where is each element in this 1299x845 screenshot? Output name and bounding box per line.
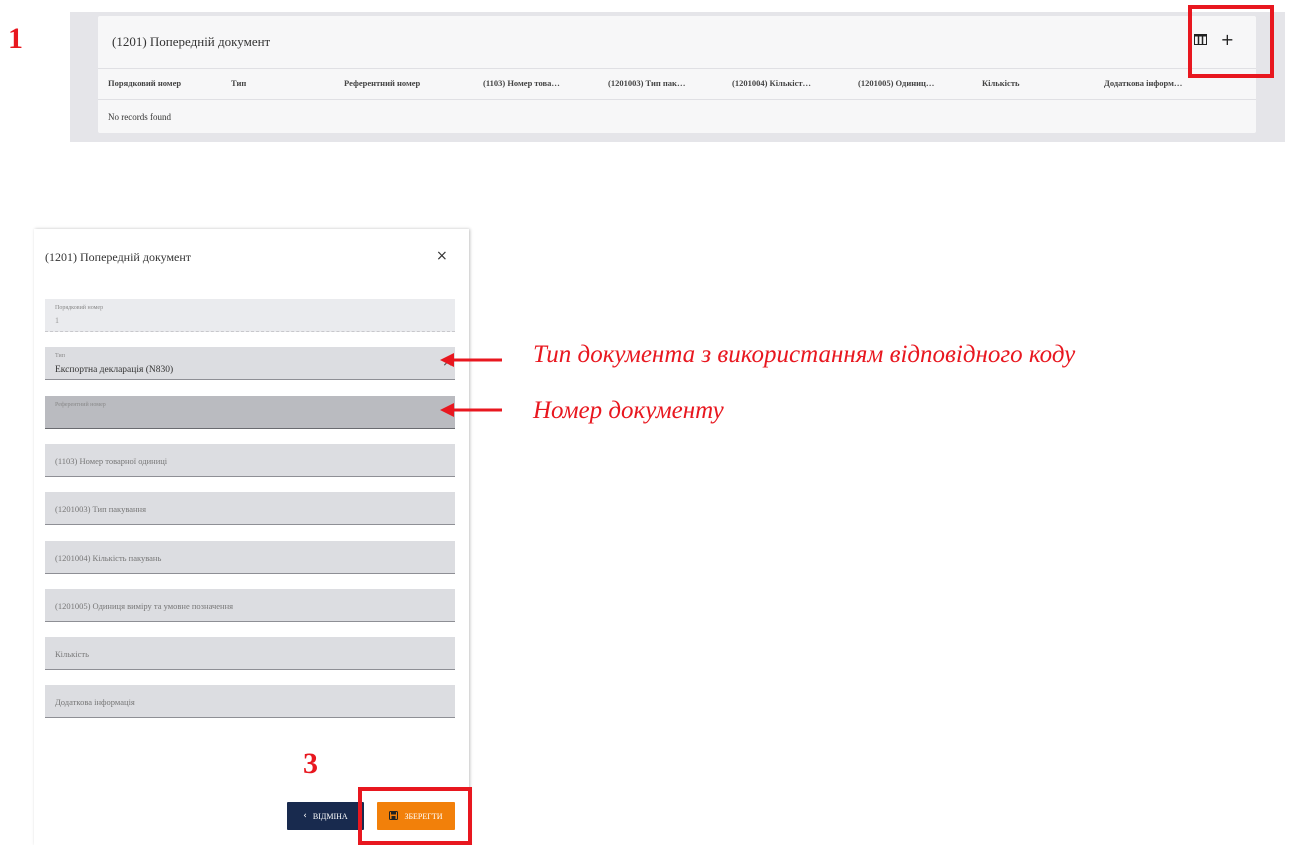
item-number-field[interactable]: (1103) Номер товарної одиниці: [45, 444, 455, 477]
package-type-placeholder: (1201003) Тип пакування: [55, 504, 147, 514]
table-title: (1201) Попередній документ: [112, 34, 271, 49]
empty-table-message: No records found: [108, 112, 171, 122]
additional-info-placeholder: Додаткова інформація: [55, 697, 135, 707]
column-header-package-count[interactable]: (1201004) Кількіст…: [732, 78, 811, 88]
item-number-placeholder: (1103) Номер товарної одиниці: [55, 456, 168, 466]
unit-field[interactable]: (1201005) Одиниця виміру та умовне позна…: [45, 589, 455, 622]
dialog-title: (1201) Попередній документ: [45, 250, 192, 264]
chevron-left-icon: ‹: [303, 811, 307, 821]
column-header-quantity[interactable]: Кількість: [982, 78, 1020, 88]
cancel-button-label: ВІДМІНА: [312, 811, 348, 821]
seq-number-field: Порядковий номер 1: [45, 299, 455, 332]
previous-document-dialog: (1201) Попередній документ × Порядковий …: [34, 229, 469, 845]
package-count-placeholder: (1201004) Кількість пакувань: [55, 553, 162, 563]
seq-number-value: 1: [55, 316, 59, 325]
close-icon[interactable]: ×: [436, 248, 448, 264]
ref-number-field[interactable]: Референтний номер: [45, 396, 455, 429]
column-header-unit[interactable]: (1201005) Одиниц…: [858, 78, 934, 88]
quantity-placeholder: Кількість: [55, 649, 90, 659]
table-header-row: Порядковий номер Тип Референтний номер (…: [98, 68, 1256, 100]
column-header-additional-info[interactable]: Додаткова інформ…: [1104, 78, 1182, 88]
cancel-button[interactable]: ‹ ВІДМІНА: [287, 802, 364, 830]
ref-number-label: Референтний номер: [55, 402, 106, 408]
unit-placeholder: (1201005) Одиниця виміру та умовне позна…: [55, 601, 234, 611]
package-count-field[interactable]: (1201004) Кількість пакувань: [45, 541, 455, 574]
column-header-item-number[interactable]: (1103) Номер това…: [483, 78, 560, 88]
highlight-box-add-button: [1188, 5, 1274, 78]
annotation-type-note: Тип документа з використанням відповідно…: [533, 341, 1076, 368]
previous-document-table: (1201) Попередній документ + Порядковий …: [98, 16, 1256, 133]
type-value: Експортна декларація (N830): [55, 365, 174, 375]
seq-number-label: Порядковий номер: [55, 305, 104, 311]
annotation-ref-note: Номер документу: [533, 397, 724, 424]
column-header-package-type[interactable]: (1201003) Тип пак…: [608, 78, 685, 88]
highlight-box-save-button: [358, 787, 472, 845]
quantity-field[interactable]: Кількість: [45, 637, 455, 670]
column-header-ref-number[interactable]: Референтний номер: [344, 78, 420, 88]
arrow-to-ref-number-icon: [440, 403, 502, 417]
arrow-to-type-icon: [440, 353, 502, 367]
step-number-3: 3: [303, 747, 318, 780]
additional-info-field[interactable]: Додаткова інформація: [45, 685, 455, 718]
column-header-seq-number[interactable]: Порядковий номер: [108, 78, 181, 88]
step-number-1: 1: [8, 22, 23, 55]
package-type-field[interactable]: (1201003) Тип пакування: [45, 492, 455, 525]
type-label: Тип: [55, 353, 65, 359]
column-header-type[interactable]: Тип: [231, 78, 246, 88]
type-select-field[interactable]: Тип Експортна декларація (N830) ×: [45, 347, 455, 380]
